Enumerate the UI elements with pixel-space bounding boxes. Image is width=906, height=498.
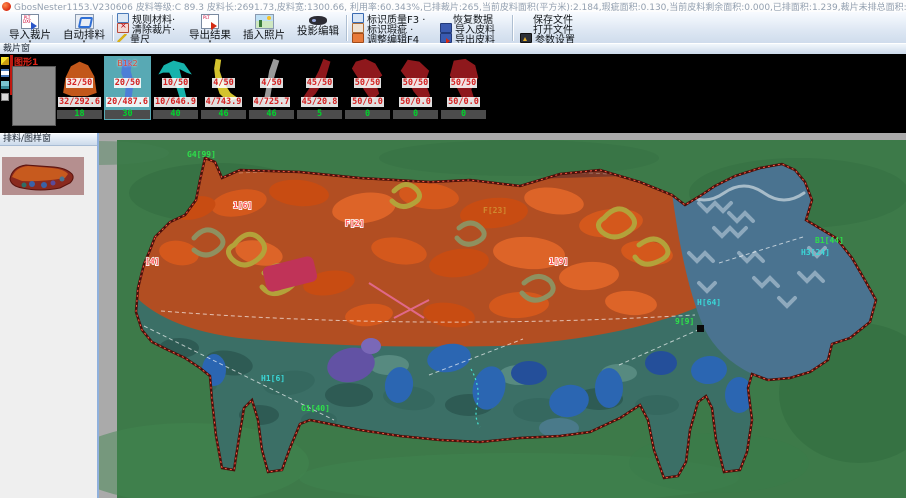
export-result-icon: PLT [201, 14, 219, 29]
pieces-strip: 图形1 32/50 32/292.6 18 B1k2 20/50 20/487.… [0, 54, 906, 133]
piece-label: 1[6] [233, 201, 252, 210]
piece-cell-4[interactable]: 4/50 4/743.9 46 [200, 56, 247, 120]
toolbar: PLTDXF 导入裁片 ▾ 自动排料 ▾ 规则材料· 清除裁片· 量尺 PLT … [0, 12, 906, 44]
auto-nest-button[interactable]: 自动排料 ▾ [58, 13, 110, 42]
import-pieces-icon: PLTDXF [21, 14, 39, 29]
zone-label: B1[44] [815, 236, 844, 245]
piece-cell-8[interactable]: 50/50 50/0.0 0 [392, 56, 439, 120]
piece-area: 50/0.0 [399, 97, 432, 107]
projection-edit-button[interactable]: 投影编辑 [292, 13, 344, 42]
piece-label: 1[9] [549, 257, 568, 266]
param-settings-button[interactable]: 参数设置 [520, 33, 575, 43]
zone-label: F[23] [483, 206, 507, 215]
material-tools-group: 规则材料· 清除裁片· 量尺 [117, 13, 175, 43]
export-leather-icon [440, 33, 452, 43]
piece-cell-6[interactable]: 45/50 45/20.8 5 [296, 56, 343, 120]
piece-name: B1k2 [104, 59, 151, 68]
piece-qty: 40 [153, 110, 198, 119]
insert-photo-icon [255, 14, 274, 29]
import-pieces-button[interactable]: PLTDXF 导入裁片 ▾ [4, 13, 56, 42]
piece-area: 45/20.8 [301, 97, 339, 107]
ruler-icon [117, 34, 127, 42]
zone-label: G4[99] [187, 150, 216, 159]
piece-area: 4/725.7 [253, 97, 291, 107]
export-leather-button[interactable]: 导出皮料 [440, 33, 495, 43]
piece-count: 45/50 [306, 78, 334, 88]
export-result-button[interactable]: PLT 导出结果 ▾ [184, 13, 236, 42]
data-tools-group: 恢复数据 导入皮料 导出皮料 [440, 13, 495, 43]
adjust-edit-icon [352, 33, 364, 43]
file-tools-group: 保存文件 打开文件 参数设置 [520, 13, 575, 43]
zone-label: 9[9] [675, 317, 694, 326]
piece-count: 50/50 [354, 78, 382, 88]
piece-qty: 46 [249, 110, 294, 119]
piece-area: 4/743.9 [205, 97, 243, 107]
piece-area: 10/646.9 [154, 97, 197, 107]
group-cell[interactable] [12, 66, 56, 126]
pencil-icon[interactable] [1, 57, 9, 65]
selection-marker[interactable] [697, 325, 704, 332]
piece-area: 50/0.0 [447, 97, 480, 107]
piece-count: 20/50 [114, 78, 142, 88]
piece-area: 20/487.6 [106, 97, 149, 107]
piece-count: 50/50 [402, 78, 430, 88]
import-leather-icon [440, 23, 452, 33]
piece-label: F[2] [345, 219, 364, 228]
piece-qty: 0 [393, 110, 438, 119]
mark-defect-icon [352, 23, 364, 33]
nest-thumbnail-graphic [2, 157, 84, 195]
nest-thumbnail-item[interactable] [2, 157, 84, 195]
grid-icon[interactable] [1, 93, 9, 101]
piece-count: 4/50 [260, 78, 282, 88]
piece-cell-5[interactable]: 4/50 4/725.7 46 [248, 56, 295, 120]
piece-cell-9[interactable]: 50/50 50/0.0 0 [440, 56, 487, 120]
piece-label: H1[6] [261, 374, 285, 383]
piece-qty: 0 [345, 110, 390, 119]
adjust-edit-button[interactable]: 调整编辑F4 [352, 33, 425, 43]
piece-count: 10/50 [162, 78, 190, 88]
piece-qty: 5 [297, 110, 342, 119]
zone-label: H[64] [697, 298, 721, 307]
zone-label: H3[24] [801, 248, 830, 257]
piece-qty: 0 [441, 110, 486, 119]
piece-count: 32/50 [66, 78, 94, 88]
toolbar-separator [112, 15, 113, 41]
toolbar-separator [346, 15, 347, 41]
param-settings-icon [520, 33, 532, 43]
clear-pieces-icon [117, 23, 129, 33]
piece-label: [4] [145, 257, 159, 266]
list-icon[interactable] [1, 69, 9, 77]
projection-edit-icon [309, 16, 327, 25]
nesting-canvas[interactable]: G4[99] F[23] 9[9] G1[40] B1[44] H3[24] H… [99, 133, 906, 498]
auto-nest-icon [75, 14, 94, 29]
nest-window-caption: 排料/图样窗 [0, 133, 100, 146]
piece-area: 50/0.0 [351, 97, 384, 107]
piece-cell-3[interactable]: 10/50 10/646.9 40 [152, 56, 199, 120]
piece-count: 50/50 [450, 78, 478, 88]
app-icon [2, 2, 11, 11]
marking-tools-group: 标识质量F3 · 标识瑕疵 · 调整编辑F4 [352, 13, 425, 43]
toolbar-separator [512, 15, 513, 41]
piece-count: 4/50 [212, 78, 234, 88]
mark-quality-icon [352, 13, 364, 23]
piece-cell-1[interactable]: 32/50 32/292.6 18 [56, 56, 103, 120]
piece-qty: 18 [57, 110, 102, 119]
piece-cell-2-selected[interactable]: B1k2 20/50 20/487.6 30 [104, 56, 151, 120]
zone-label: G1[40] [301, 404, 330, 413]
insert-photo-button[interactable]: 插入照片 [238, 13, 290, 42]
piece-qty: 30 [105, 110, 150, 119]
piece-qty: 46 [201, 110, 246, 119]
image-icon[interactable] [1, 81, 9, 89]
piece-cell-7[interactable]: 50/50 50/0.0 0 [344, 56, 391, 120]
piece-area: 32/292.6 [58, 97, 101, 107]
